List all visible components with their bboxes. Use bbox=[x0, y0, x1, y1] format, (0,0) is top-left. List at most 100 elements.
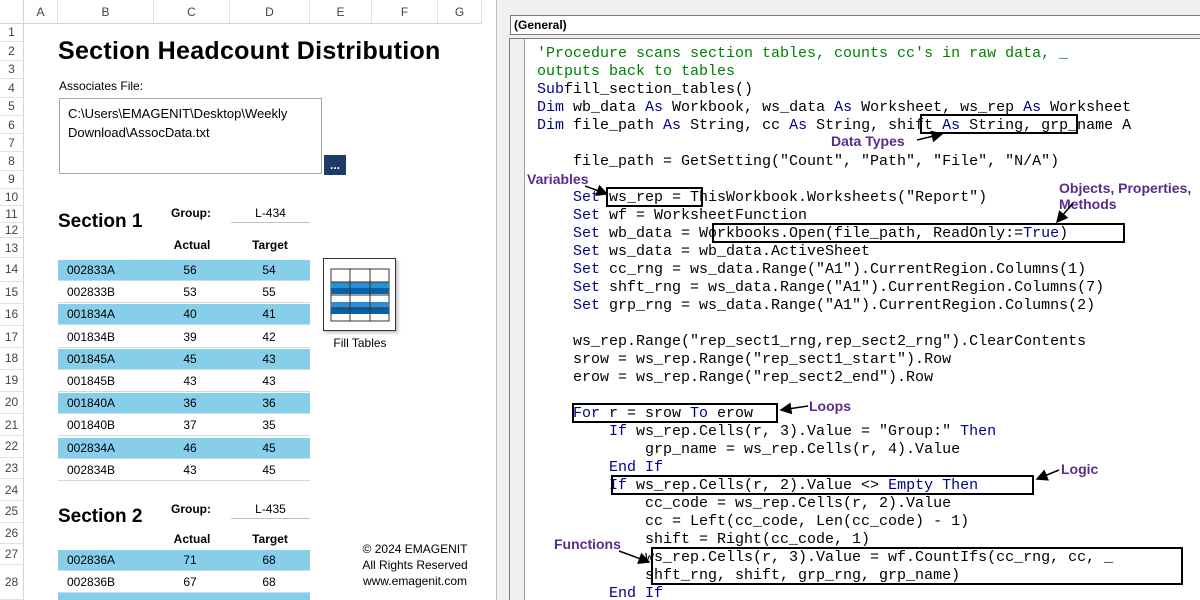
row-header-10[interactable]: 10 bbox=[0, 188, 24, 206]
code-keyword: Set bbox=[537, 261, 601, 278]
row-header-15[interactable]: 15 bbox=[0, 281, 24, 304]
code-line[interactable]: grp_name = ws_rep.Cells(r, 4).Value bbox=[537, 441, 1131, 459]
row-header-3[interactable]: 3 bbox=[0, 60, 24, 79]
row-header-8[interactable]: 8 bbox=[0, 152, 24, 171]
column-header-a[interactable]: A bbox=[24, 0, 58, 24]
row-header-18[interactable]: 18 bbox=[0, 348, 24, 370]
column-header-d[interactable]: D bbox=[230, 0, 310, 24]
section-2-actual-header: Actual bbox=[173, 532, 211, 546]
code-line[interactable]: Set grp_rng = ws_data.Range("A1").Curren… bbox=[537, 297, 1131, 315]
row-header-21[interactable]: 21 bbox=[0, 414, 24, 436]
row-header-1[interactable]: 1 bbox=[0, 24, 24, 42]
variables-box bbox=[606, 187, 703, 207]
row-header-9[interactable]: 9 bbox=[0, 170, 24, 189]
column-header-e[interactable]: E bbox=[310, 0, 372, 24]
row-header-22[interactable]: 22 bbox=[0, 436, 24, 458]
code-margin-bar[interactable] bbox=[510, 39, 525, 600]
cell-target: 68 bbox=[262, 575, 276, 590]
column-header-g[interactable]: G bbox=[438, 0, 482, 24]
code-token: file_path bbox=[564, 117, 664, 134]
row-header-7[interactable]: 7 bbox=[0, 134, 24, 152]
cell-actual: 43 bbox=[183, 374, 197, 388]
code-line[interactable]: ws_rep.Range("rep_sect1_rng,rep_sect2_rn… bbox=[537, 333, 1131, 351]
select-all-corner[interactable] bbox=[0, 0, 24, 24]
row-header-27[interactable]: 27 bbox=[0, 543, 24, 565]
table-row[interactable]: 001840A 36 36 bbox=[58, 393, 310, 415]
code-keyword: Dim bbox=[537, 117, 565, 134]
table-row[interactable]: 001840B 37 35 bbox=[58, 415, 310, 437]
cell-id: 001834B bbox=[67, 329, 116, 344]
row-header-16[interactable]: 16 bbox=[0, 303, 24, 326]
loops-label: Loops bbox=[809, 398, 851, 414]
row-header-25[interactable]: 25 bbox=[0, 501, 24, 523]
table-row[interactable]: 002836B 67 68 bbox=[58, 572, 310, 594]
cell-target: 41 bbox=[262, 307, 276, 322]
associates-file-path[interactable]: C:\Users\EMAGENIT\Desktop\Weekly Downloa… bbox=[59, 98, 322, 174]
code-line[interactable]: Set shft_rng = ws_data.Range("A1").Curre… bbox=[537, 279, 1131, 297]
row-header-11[interactable]: 11 bbox=[0, 205, 24, 223]
row-header-20[interactable]: 20 bbox=[0, 391, 24, 414]
row-header-2[interactable]: 2 bbox=[0, 41, 24, 61]
row-header-23[interactable]: 23 bbox=[0, 457, 24, 479]
column-header-c[interactable]: C bbox=[154, 0, 230, 24]
code-keyword: As bbox=[834, 99, 853, 116]
table-row[interactable]: 002836A 71 68 bbox=[58, 550, 310, 571]
table-row[interactable]: 002833B 53 55 bbox=[58, 282, 310, 304]
code-token: erow = ws_rep.Range("rep_sect2_end").Row bbox=[537, 369, 934, 386]
section-1-group-value[interactable]: L-434 bbox=[231, 203, 310, 223]
browse-file-button[interactable]: ... bbox=[324, 155, 346, 175]
associates-file-label: Associates File: bbox=[59, 79, 144, 93]
code-token: srow = ws_rep.Range("rep_sect1_start").R… bbox=[537, 351, 952, 368]
cell-id: 001845A bbox=[67, 351, 116, 366]
row-header-28[interactable]: 28 bbox=[0, 565, 24, 600]
cell-target: 45 bbox=[262, 462, 276, 477]
code-line[interactable]: erow = ws_rep.Range("rep_sect2_end").Row bbox=[537, 369, 1131, 387]
code-token: cc_rng = ws_data.Range("A1").CurrentRegi… bbox=[600, 261, 1087, 278]
code-line[interactable]: file_path = GetSetting("Count", "Path", … bbox=[537, 153, 1131, 171]
table-row[interactable]: 002833A 56 54 bbox=[58, 260, 310, 281]
section-1-actual-header: Actual bbox=[173, 238, 211, 252]
row-header-6[interactable]: 6 bbox=[0, 116, 24, 134]
code-token: file_path = GetSetting("Count", "Path", … bbox=[537, 153, 1060, 170]
code-line[interactable]: If ws_rep.Cells(r, 3).Value = "Group:" T… bbox=[537, 423, 1131, 441]
table-row[interactable]: 002834B 43 45 bbox=[58, 460, 310, 481]
table-row[interactable]: 001845B 43 43 bbox=[58, 371, 310, 392]
code-line[interactable]: Set cc_rng = ws_data.Range("A1").Current… bbox=[537, 261, 1131, 279]
table-row[interactable]: 001834B 39 42 bbox=[58, 327, 310, 348]
code-line[interactable]: 'Procedure scans section tables, counts … bbox=[537, 45, 1131, 63]
row-header-14[interactable]: 14 bbox=[0, 258, 24, 282]
code-line[interactable]: Subfill_section_tables() bbox=[537, 81, 1131, 99]
row-header-26[interactable]: 26 bbox=[0, 522, 24, 544]
row-header-5[interactable]: 5 bbox=[0, 97, 24, 116]
row-header-4[interactable]: 4 bbox=[0, 79, 24, 98]
column-header-f[interactable]: F bbox=[372, 0, 438, 24]
table-row[interactable]: 001845A 45 43 bbox=[58, 348, 310, 370]
functions-box bbox=[651, 547, 1183, 585]
row-header-19[interactable]: 19 bbox=[0, 369, 24, 392]
cell-target: 43 bbox=[262, 374, 276, 388]
code-line[interactable]: cc_code = ws_rep.Cells(r, 2).Value bbox=[537, 495, 1131, 513]
copyright-line-3: www.emagenit.com bbox=[362, 574, 468, 588]
row-header-24[interactable]: 24 bbox=[0, 479, 24, 501]
code-line[interactable] bbox=[537, 315, 1131, 333]
table-row[interactable]: 002834A 46 45 bbox=[58, 437, 310, 459]
code-line[interactable]: cc = Left(cc_code, Len(cc_code) - 1) bbox=[537, 513, 1131, 531]
table-row[interactable]: 001834A 40 41 bbox=[58, 304, 310, 326]
row-header-17[interactable]: 17 bbox=[0, 326, 24, 348]
column-header-b[interactable]: B bbox=[58, 0, 154, 24]
row-header-13[interactable]: 13 bbox=[0, 238, 24, 258]
fill-tables-button[interactable] bbox=[323, 258, 396, 331]
code-line[interactable]: End If bbox=[537, 585, 1131, 600]
cell-actual: 45 bbox=[183, 351, 197, 366]
cell-target: 68 bbox=[262, 553, 276, 567]
data-types-box bbox=[920, 114, 1078, 134]
code-pane[interactable]: 'Procedure scans section tables, counts … bbox=[509, 38, 1200, 600]
object-combo-box[interactable]: (General) bbox=[510, 15, 1200, 35]
code-line[interactable]: Set ws_data = wb_data.ActiveSheet bbox=[537, 243, 1131, 261]
section-2-group-value[interactable]: L-435 bbox=[231, 499, 310, 519]
code-line[interactable]: outputs back to tables bbox=[537, 63, 1131, 81]
code-keyword: Set bbox=[537, 279, 601, 296]
row-header-12[interactable]: 12 bbox=[0, 222, 24, 238]
code-keyword: As bbox=[645, 99, 664, 116]
code-line[interactable]: srow = ws_rep.Range("rep_sect1_start").R… bbox=[537, 351, 1131, 369]
